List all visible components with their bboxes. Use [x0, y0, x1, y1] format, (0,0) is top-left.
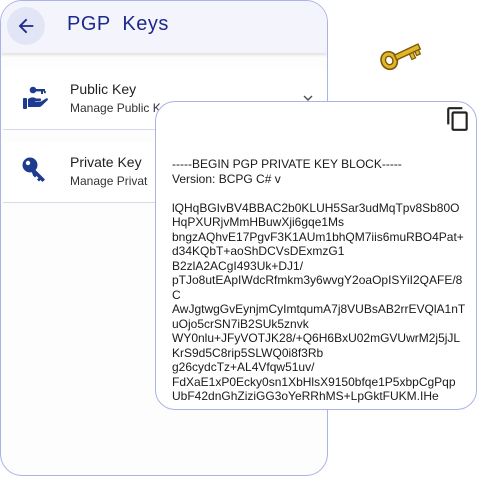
app-bar: PGP Keys	[1, 1, 327, 53]
private-key-sheet: -----BEGIN PGP PRIVATE KEY BLOCK----- Ve…	[155, 101, 477, 410]
key-icon	[22, 157, 45, 182]
copy-icon[interactable]	[445, 106, 471, 132]
page-title: PGP Keys	[67, 13, 169, 35]
private-key-text[interactable]: -----BEGIN PGP PRIVATE KEY BLOCK----- Ve…	[172, 157, 468, 404]
back-button[interactable]	[7, 7, 45, 45]
item-title: Private Key	[70, 154, 142, 170]
item-subtitle: Manage Privat	[70, 174, 148, 188]
hand-holding-key-icon	[23, 86, 48, 109]
item-title: Public Key	[70, 81, 137, 97]
golden-key-icon	[380, 43, 422, 71]
item-subtitle: Manage Public Ke	[70, 101, 168, 115]
arrow-left-icon	[18, 18, 34, 34]
